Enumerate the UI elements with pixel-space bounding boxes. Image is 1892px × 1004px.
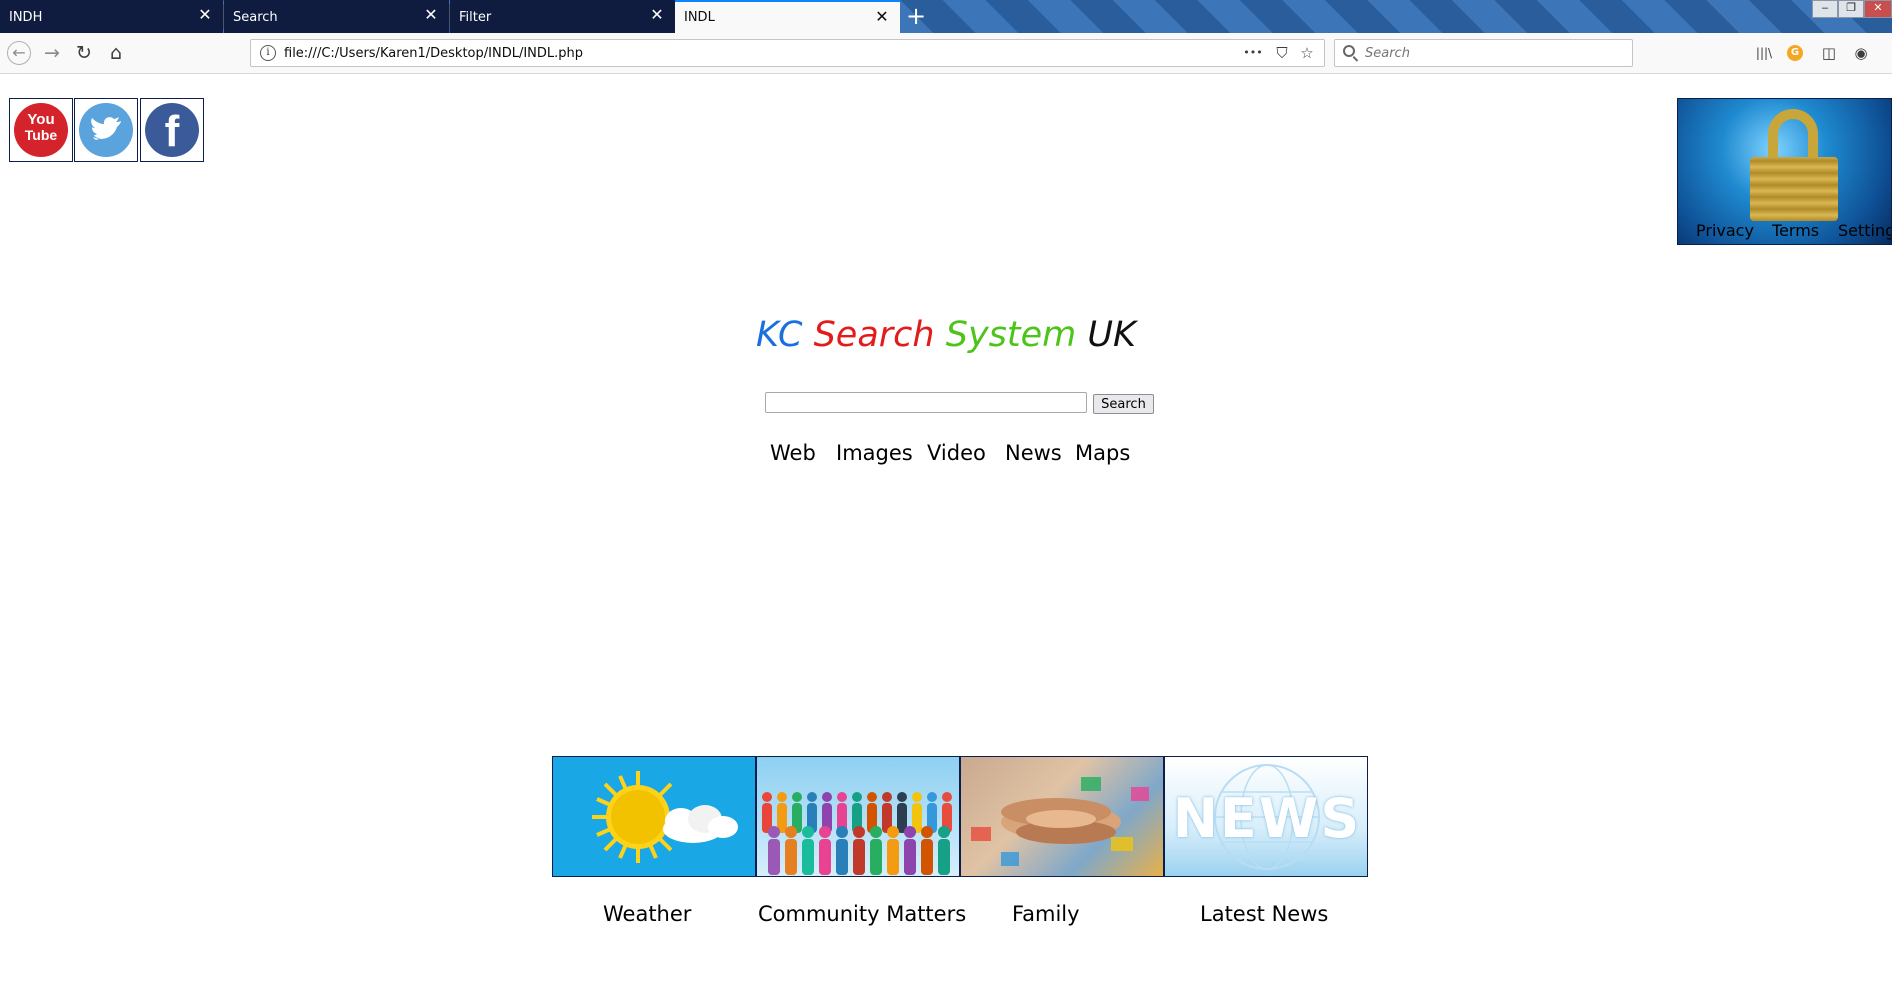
padlock-icon [1750,157,1838,221]
youtube-logo-text-tube: Tube [24,127,58,143]
pocket-icon[interactable]: ⛉ [1272,43,1292,63]
search-icon [1343,45,1355,57]
restore-button[interactable]: ❐ [1838,0,1864,18]
crowd-icon [762,792,952,875]
window-close-button[interactable]: ✕ [1864,0,1892,18]
library-icon[interactable]: |||\ [1754,43,1774,63]
brand-word-system: System [945,315,1077,355]
back-button[interactable]: ← [7,41,31,65]
web-link[interactable]: Web [770,441,816,465]
youtube-link[interactable]: You Tube [9,98,73,162]
page-title: KC Search System UK [0,315,1892,355]
tab-label: Search [233,10,278,25]
youtube-logo-text-you: You [27,111,55,128]
twitter-link[interactable] [74,98,138,162]
terms-link[interactable]: Terms [1772,221,1819,240]
tab-indl[interactable]: INDL ✕ [675,0,900,33]
settings-link[interactable]: Settings [1838,221,1891,240]
close-icon[interactable]: ✕ [649,7,665,23]
tab-label: INDH [9,10,43,25]
search-button[interactable]: Search [1093,394,1154,414]
brand-word-search: Search [813,315,935,355]
weather-tile[interactable] [552,756,756,877]
brand-word-uk: UK [1087,315,1136,355]
family-tile[interactable] [960,756,1164,877]
browser-search-input[interactable] [1365,44,1625,62]
browser-search-bar[interactable] [1334,39,1633,67]
community-matters-label[interactable]: Community Matters [758,902,966,926]
maps-link[interactable]: Maps [1075,441,1130,465]
minimize-button[interactable]: – [1812,0,1838,18]
youtube-icon: You Tube [14,103,68,157]
address-bar[interactable]: i file:///C:/Users/Karen1/Desktop/INDL/I… [250,39,1325,67]
twitter-icon [79,103,133,157]
video-link[interactable]: Video [927,441,986,465]
sidebar-icon[interactable]: ◫ [1819,43,1839,63]
url-text[interactable]: file:///C:/Users/Karen1/Desktop/INDL/IND… [284,46,583,61]
news-link[interactable]: News [1005,441,1062,465]
tab-label: Filter [459,10,492,25]
news-image-text: NEWS [1172,787,1362,850]
tab-filter[interactable]: Filter ✕ [450,0,675,33]
latest-news-label[interactable]: Latest News [1200,902,1328,926]
page-actions-icon[interactable]: ••• [1243,43,1263,63]
twitter-bird-icon [91,117,121,140]
hands-icon [971,777,1149,866]
extension-icon[interactable]: G [1787,45,1803,61]
privacy-link[interactable]: Privacy [1696,221,1754,240]
tab-search[interactable]: Search ✕ [224,0,450,33]
close-icon[interactable]: ✕ [423,7,439,23]
privacy-settings-panel: Privacy Terms Settings [1677,98,1892,245]
forward-button[interactable]: → [40,41,64,65]
navigation-toolbar: ← → ↻ ⌂ i file:///C:/Users/Karen1/Deskto… [0,33,1892,74]
home-button[interactable]: ⌂ [104,41,128,65]
sun-cloud-icon [592,771,738,863]
tab-strip: INDH ✕ Search ✕ Filter ✕ INDL ✕ + – ❐ ✕ [0,0,1892,33]
tab-label: INDL [684,10,715,25]
facebook-link[interactable]: f [140,98,204,162]
reload-button[interactable]: ↻ [72,41,96,65]
images-link[interactable]: Images [836,441,913,465]
bookmark-star-icon[interactable]: ☆ [1297,43,1317,63]
tab-indh[interactable]: INDH ✕ [0,0,224,33]
brand-word-kc: KC [756,315,803,355]
account-icon[interactable]: ◉ [1851,43,1871,63]
weather-label[interactable]: Weather [603,902,691,926]
close-icon[interactable]: ✕ [874,9,890,25]
facebook-icon: f [145,103,199,157]
close-icon[interactable]: ✕ [197,7,213,23]
latest-news-tile[interactable]: NEWS [1164,756,1368,877]
family-label[interactable]: Family [1012,902,1080,926]
info-icon[interactable]: i [260,45,276,61]
search-input[interactable] [765,392,1087,413]
community-tile[interactable] [756,756,960,877]
new-tab-button[interactable]: + [903,3,929,29]
